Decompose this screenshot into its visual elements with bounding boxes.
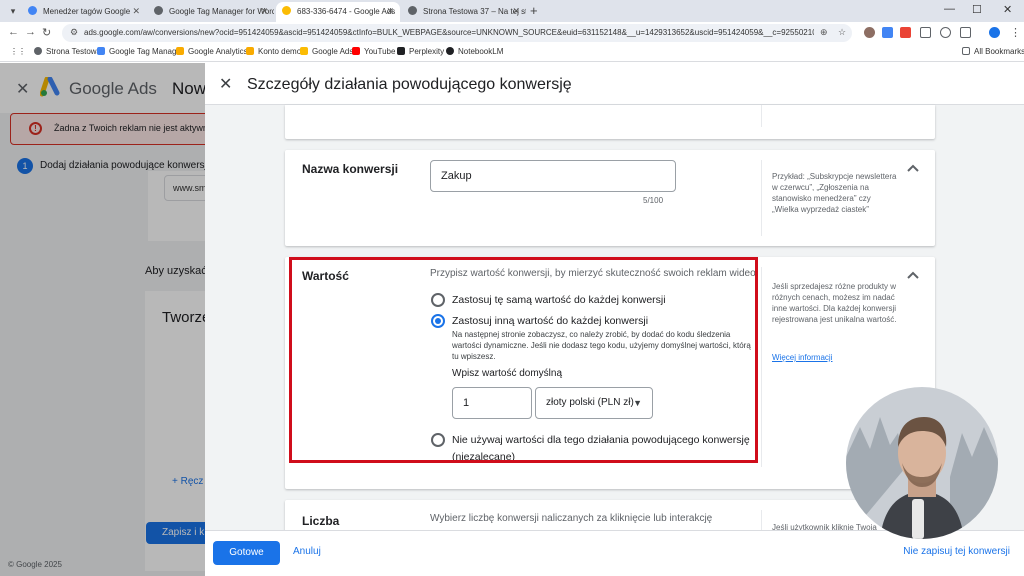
panel-footer: Gotowe Anuluj Nie zapisuj tej konwersji xyxy=(205,530,1024,576)
extension-icon[interactable] xyxy=(900,27,911,38)
forward-icon[interactable]: → xyxy=(25,26,36,38)
profile-avatar[interactable] xyxy=(989,27,1000,38)
perplexity-icon xyxy=(397,47,405,55)
bookmark-item[interactable]: Konto demo xyxy=(246,47,301,56)
section-label: Liczba xyxy=(302,514,340,528)
browser-tab-active[interactable]: 683-336-6474 - Google Ads ✕ xyxy=(276,2,400,22)
reload-icon[interactable]: ↻ xyxy=(42,26,51,39)
close-icon[interactable]: ✕ xyxy=(219,74,232,94)
cancel-button[interactable]: Anuluj xyxy=(293,546,321,557)
bookmark-item[interactable]: Perplexity xyxy=(397,47,444,56)
section-intro: Wybierz liczbę konwersji naliczanych za … xyxy=(430,513,713,524)
google-ads-favicon-icon xyxy=(282,6,291,15)
previous-section-card xyxy=(285,105,935,139)
gtm-icon xyxy=(97,47,105,55)
tab-close-icon[interactable]: ✕ xyxy=(132,2,140,21)
bookmark-item[interactable]: Google Tag Manager xyxy=(97,47,184,56)
learn-more-link[interactable]: Więcej informacji xyxy=(772,353,832,362)
all-bookmarks[interactable]: All Bookmarks xyxy=(962,47,1024,56)
panel-title: Szczegóły działania powodującego konwers… xyxy=(247,76,572,93)
done-button[interactable]: Gotowe xyxy=(213,541,280,565)
notebooklm-icon xyxy=(446,47,454,55)
help-text: Przykład: „Subskrypcje newslettera w cze… xyxy=(772,172,897,214)
conversion-name-input[interactable]: Zakup xyxy=(430,160,676,192)
bookmark-star-icon[interactable]: ☆ xyxy=(838,27,846,38)
browser-tab[interactable]: Strona Testowa 37 – Na tej stro ✕ xyxy=(402,2,526,22)
chevron-up-icon[interactable] xyxy=(907,270,919,282)
extension-icon[interactable] xyxy=(864,27,875,38)
browser-toolbar: ← → ↻ ⚙ ads.google.com/aw/conversions/ne… xyxy=(0,22,1024,44)
more-menu-icon[interactable]: ⋮ xyxy=(1010,26,1021,39)
back-icon[interactable]: ← xyxy=(8,26,19,38)
address-bar[interactable]: ⚙ ads.google.com/aw/conversions/new?ocid… xyxy=(62,24,852,42)
bookmark-item[interactable]: Google Ads xyxy=(300,47,353,56)
discard-conversion-button[interactable]: Nie zapisuj tej konwersji xyxy=(903,546,1010,557)
name-section-card: Nazwa konwersji Zakup 5/100 Przykład: „S… xyxy=(285,150,935,246)
globe-favicon-icon xyxy=(154,6,163,15)
search-lens-icon[interactable] xyxy=(940,27,951,38)
tab-close-icon[interactable]: ✕ xyxy=(386,2,394,21)
maximize-icon[interactable]: ☐ xyxy=(972,3,982,16)
bookmarks-bar: ⋮⋮ Strona Testowa Google Tag Manager Goo… xyxy=(0,44,1024,62)
chevron-up-icon[interactable] xyxy=(907,163,919,175)
url-text: ads.google.com/aw/conversions/new?ocid=9… xyxy=(84,28,814,37)
extension-icon[interactable] xyxy=(920,27,931,38)
bookmark-item[interactable]: Strona Testowa xyxy=(34,47,101,56)
bookmark-item[interactable]: Google Analytics xyxy=(176,47,248,56)
presenter-video-image xyxy=(846,387,998,539)
window-close-icon[interactable]: ✕ xyxy=(1003,3,1012,16)
tab-search-dropdown-icon[interactable]: ▾ xyxy=(6,4,20,18)
apps-grid-icon[interactable]: ⋮⋮ xyxy=(10,47,26,56)
browser-tab-bar: ▾ Menedżer tagów Google ✕ Google Tag Mana… xyxy=(0,0,1024,22)
analytics-icon xyxy=(246,47,254,55)
extensions-puzzle-icon[interactable] xyxy=(960,27,971,38)
gtm-favicon-icon xyxy=(28,6,37,15)
minimize-icon[interactable]: — xyxy=(944,3,955,15)
folder-icon xyxy=(962,47,970,55)
presenter-webcam xyxy=(846,387,998,539)
tab-close-icon[interactable]: ✕ xyxy=(512,2,520,21)
bookmark-item[interactable]: NotebookLM xyxy=(446,47,503,56)
modal-scrim xyxy=(0,63,205,576)
google-ads-icon xyxy=(300,47,308,55)
browser-tab[interactable]: Menedżer tagów Google ✕ xyxy=(22,2,146,22)
highlight-frame xyxy=(289,257,758,463)
bookmark-item[interactable]: YouTube xyxy=(352,47,395,56)
extension-icon[interactable] xyxy=(882,27,893,38)
browser-tab[interactable]: Google Tag Manager for WordP ✕ xyxy=(148,2,274,22)
zoom-icon[interactable]: ⊕ xyxy=(820,27,828,38)
help-text: Jeśli sprzedajesz różne produkty w różny… xyxy=(772,282,897,324)
new-tab-button[interactable]: + xyxy=(530,3,538,18)
panel-header: ✕ Szczegóły działania powodującego konwe… xyxy=(205,63,1024,105)
analytics-icon xyxy=(176,47,184,55)
tab-close-icon[interactable]: ✕ xyxy=(260,2,268,21)
youtube-icon xyxy=(352,47,360,55)
globe-favicon-icon xyxy=(408,6,417,15)
globe-icon xyxy=(34,47,42,55)
site-info-icon[interactable]: ⚙ xyxy=(70,27,78,38)
char-counter: 5/100 xyxy=(643,196,664,205)
section-label: Nazwa konwersji xyxy=(302,162,399,176)
